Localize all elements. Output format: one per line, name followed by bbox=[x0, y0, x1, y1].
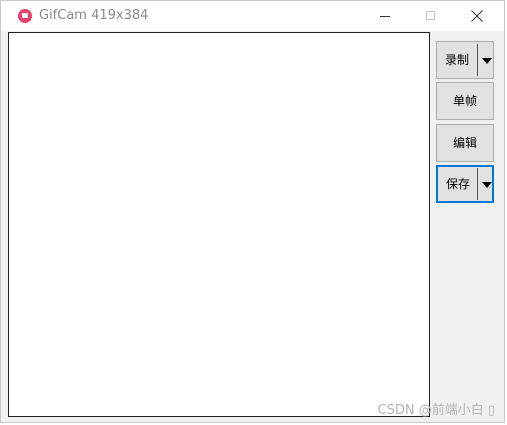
record-button-label: 录制 bbox=[444, 53, 469, 67]
app-window: GifCam 419x384 录制 单帧 编辑 保存 bbox=[0, 0, 505, 423]
save-button[interactable]: 保存 bbox=[436, 165, 494, 203]
minimize-button[interactable] bbox=[362, 1, 408, 31]
gifcam-app-icon bbox=[18, 9, 32, 23]
csdn-watermark: CSDN @前端小白 ▯ bbox=[377, 403, 495, 418]
edit-button-label: 编辑 bbox=[452, 136, 477, 150]
edit-button[interactable]: 编辑 bbox=[436, 124, 494, 162]
save-button-label: 保存 bbox=[445, 177, 470, 191]
title-bar[interactable]: GifCam 419x384 bbox=[1, 1, 504, 31]
record-split-divider bbox=[477, 44, 478, 76]
close-button[interactable] bbox=[454, 1, 500, 31]
frame-button[interactable]: 单帧 bbox=[436, 82, 494, 120]
window-title: GifCam 419x384 bbox=[39, 8, 149, 23]
record-dropdown-arrow-icon[interactable] bbox=[482, 58, 492, 64]
record-button[interactable]: 录制 bbox=[436, 41, 494, 79]
capture-frame[interactable] bbox=[8, 32, 430, 417]
frame-button-label: 单帧 bbox=[452, 94, 477, 108]
maximize-button[interactable] bbox=[408, 1, 454, 31]
save-dropdown-arrow-icon[interactable] bbox=[482, 182, 492, 188]
save-split-divider bbox=[477, 168, 478, 200]
client-area: 录制 单帧 编辑 保存 bbox=[1, 31, 504, 422]
close-icon bbox=[471, 10, 483, 22]
